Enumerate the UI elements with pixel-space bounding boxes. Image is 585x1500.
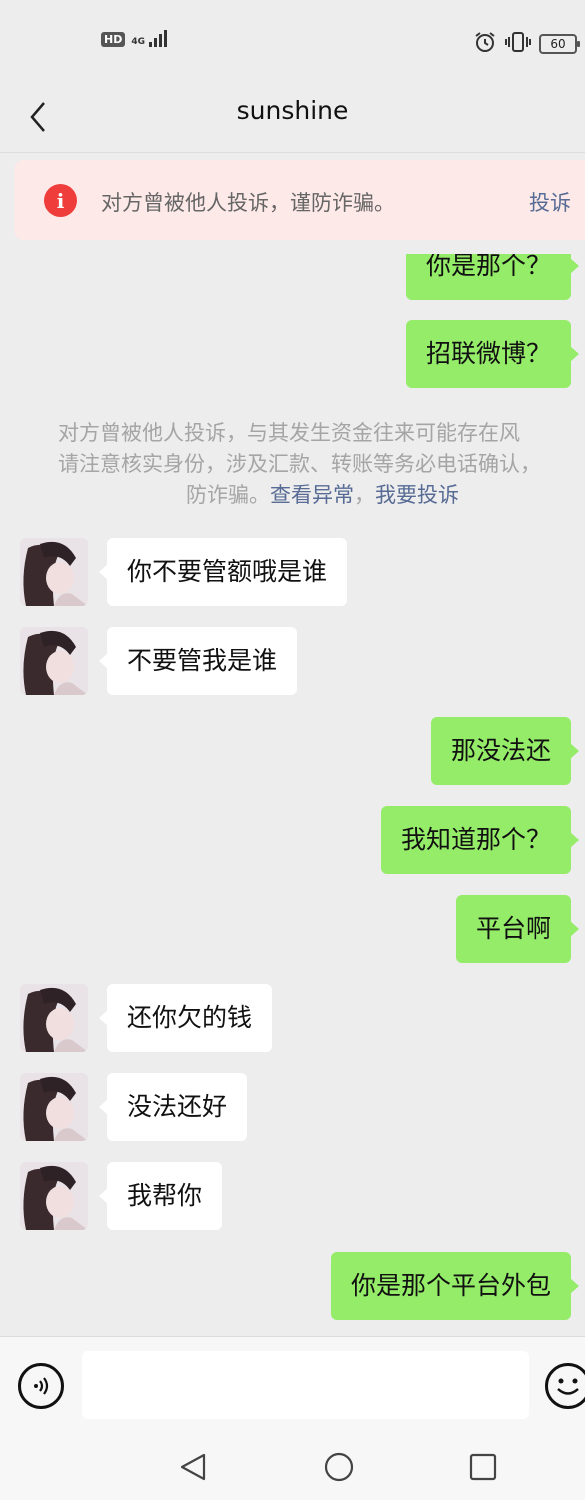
status-left: HD 4G xyxy=(101,30,167,47)
outgoing-message-bubble[interactable]: 你是那个平台外包 xyxy=(330,1252,580,1320)
notice-line: 对方曾被他人投诉，与其发生资金往来可能存在风 xyxy=(58,421,520,445)
nav-back-button[interactable] xyxy=(176,1450,210,1484)
outgoing-message-bubble[interactable]: 平台啊 xyxy=(455,895,580,963)
nav-home-button[interactable] xyxy=(322,1450,356,1484)
signal-icon: 4G xyxy=(131,30,167,47)
voice-icon xyxy=(34,1377,49,1395)
triangle-back-icon xyxy=(180,1453,206,1481)
notice-separator: ， xyxy=(354,483,375,507)
hd-badge: HD xyxy=(101,32,126,47)
message-input[interactable] xyxy=(82,1351,529,1419)
incoming-message-bubble[interactable]: 你不要管额哦是谁 xyxy=(98,538,348,606)
fraud-warning-banner: i 对方曾被他人投诉，谨防诈骗。 投诉 xyxy=(14,160,585,240)
network-type-label: 4G xyxy=(131,37,145,47)
status-bar: HD 4G 60 xyxy=(0,0,585,82)
status-right: 60 xyxy=(473,30,580,58)
message-input-bar xyxy=(0,1336,585,1432)
outgoing-message-bubble[interactable]: 你是那个？ xyxy=(405,254,580,300)
incoming-message-bubble[interactable]: 没法还好 xyxy=(98,1073,248,1141)
outgoing-message-bubble[interactable]: 招联微博？ xyxy=(405,320,580,388)
battery-icon: 60 xyxy=(539,34,580,54)
contact-avatar[interactable] xyxy=(20,538,88,606)
notice-line: 防诈骗。查看异常，我要投诉 xyxy=(58,480,585,511)
vibrate-icon xyxy=(505,30,531,58)
header-divider xyxy=(0,152,585,153)
circle-home-icon xyxy=(324,1452,354,1482)
view-abnormal-link[interactable]: 查看异常 xyxy=(270,483,354,507)
report-complaint-link[interactable]: 我要投诉 xyxy=(375,483,459,507)
incoming-message-bubble[interactable]: 不要管我是谁 xyxy=(98,627,298,695)
square-recent-icon xyxy=(469,1453,497,1481)
chat-header: sunshine xyxy=(0,82,585,152)
incoming-message-bubble[interactable]: 我帮你 xyxy=(98,1162,223,1230)
emoji-button[interactable] xyxy=(545,1363,585,1409)
outgoing-message-bubble[interactable]: 我知道那个？ xyxy=(380,806,580,874)
notice-text: 防诈骗。 xyxy=(186,483,270,507)
incoming-message-bubble[interactable]: 还你欠的钱 xyxy=(98,984,273,1052)
contact-avatar[interactable] xyxy=(20,1073,88,1141)
warning-text: 对方曾被他人投诉，谨防诈骗。 xyxy=(101,191,395,215)
chat-title: sunshine xyxy=(236,96,349,125)
message-list[interactable]: 你是那个？ 招联微博？ 对方曾被他人投诉，与其发生资金往来可能存在风 请注意核实… xyxy=(0,254,585,1336)
contact-avatar[interactable] xyxy=(20,627,88,695)
voice-button[interactable] xyxy=(18,1363,64,1409)
system-navigation-bar xyxy=(0,1432,585,1500)
info-icon: i xyxy=(44,184,77,217)
contact-avatar[interactable] xyxy=(20,1162,88,1230)
report-link[interactable]: 投诉 xyxy=(529,187,571,217)
contact-avatar[interactable] xyxy=(20,984,88,1052)
system-notice: 对方曾被他人投诉，与其发生资金往来可能存在风 请注意核实身份，涉及汇款、转账等务… xyxy=(58,418,585,511)
emoji-icon xyxy=(557,1378,579,1395)
nav-recent-button[interactable] xyxy=(466,1450,500,1484)
outgoing-message-bubble[interactable]: 那没法还 xyxy=(430,717,580,785)
alarm-icon xyxy=(473,30,497,58)
notice-line: 请注意核实身份，涉及汇款、转账等务必电话确认， xyxy=(58,452,541,476)
